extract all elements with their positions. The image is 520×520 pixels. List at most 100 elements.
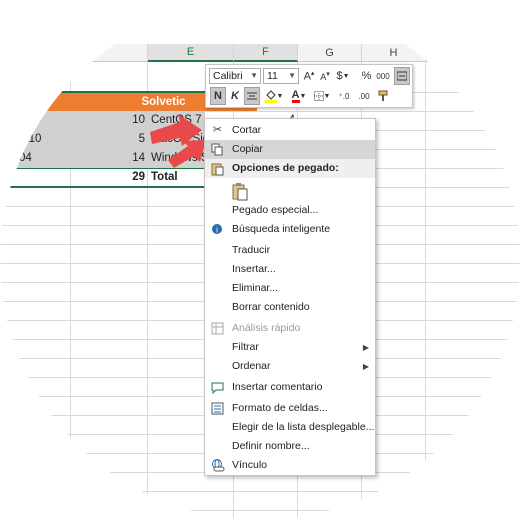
menu-item-insert-comment[interactable]: Insertar comentario <box>205 378 375 397</box>
menu-section-paste-options: Opciones de pegado: <box>205 159 375 178</box>
decrease-decimal-icon: .00 <box>358 91 370 101</box>
column-header-h[interactable]: H <box>362 44 426 62</box>
column-header-i[interactable] <box>426 44 520 62</box>
format-cells-icon <box>210 401 225 416</box>
column-header-d[interactable] <box>70 44 148 62</box>
context-menu: ✂ Cortar Copiar Opciones de pegado: Pega… <box>204 118 376 476</box>
font-size-select[interactable]: 11 ▼ <box>263 68 299 84</box>
format-lines-icon <box>397 71 407 81</box>
menu-item-label: Filtrar <box>232 341 259 353</box>
format-painter-button[interactable] <box>376 87 392 105</box>
percent-format-button[interactable]: % <box>360 67 373 85</box>
menu-item-label: Insertar comentario <box>232 381 323 393</box>
menu-item-label: Eliminar... <box>232 282 279 294</box>
decrease-decimal-button[interactable]: .00 <box>355 87 373 105</box>
wrap-format-button[interactable] <box>394 67 410 85</box>
menu-item-label: Borrar contenido <box>232 301 310 313</box>
table-cell[interactable]: 10 <box>70 111 148 130</box>
table-cell[interactable]: 14 <box>70 149 148 168</box>
column-header-c[interactable] <box>0 44 70 62</box>
table-cell[interactable]: 10 <box>0 130 70 149</box>
align-center-icon <box>247 92 257 100</box>
font-name-select[interactable]: Calibri ▼ <box>209 68 261 84</box>
thousands-label: 000 <box>376 71 390 81</box>
menu-item-copy[interactable]: Copiar <box>205 140 375 159</box>
total-value-cell[interactable]: 29 <box>70 168 148 187</box>
menu-item-clear-contents[interactable]: Borrar contenido <box>205 298 375 317</box>
column-header-label: H <box>389 46 398 59</box>
menu-item-translate[interactable]: Traducir <box>205 241 375 260</box>
column-header-f[interactable]: F <box>234 44 298 62</box>
menu-item-insert[interactable]: Insertar... <box>205 260 375 279</box>
bold-button[interactable]: N <box>210 87 226 105</box>
chevron-down-icon: ▼ <box>250 71 258 80</box>
column-header-label: E <box>186 46 195 58</box>
zoom-lens: E F G H Solvetic ave 10 CentOS 7 4 10 5 … <box>0 0 520 520</box>
format-painter-icon <box>378 90 388 101</box>
smart-lookup-icon: i <box>210 222 225 237</box>
menu-item-delete[interactable]: Eliminar... <box>205 279 375 298</box>
font-name-value: Calibri <box>213 70 243 82</box>
thousands-separator-button[interactable]: 000 <box>374 67 392 85</box>
svg-text:i: i <box>216 226 218 235</box>
menu-item-format-cells[interactable]: Formato de celdas... <box>205 399 375 418</box>
percent-label: % <box>361 70 372 82</box>
increase-font-icon: A▴ <box>303 70 315 83</box>
menu-item-label: Traducir <box>232 244 271 256</box>
chevron-down-icon: ▼ <box>299 92 307 100</box>
menu-item-label: Cortar <box>232 124 262 136</box>
increase-decimal-button[interactable]: ⁺.0 <box>335 87 353 105</box>
menu-item-quick-analysis[interactable]: Análisis rápido <box>205 319 375 338</box>
increase-decimal-icon: ⁺.0 <box>338 91 350 101</box>
paint-bucket-icon <box>264 90 277 103</box>
quick-analysis-icon <box>210 321 225 336</box>
menu-item-filter[interactable]: Filtrar ▶ <box>205 338 375 357</box>
increase-font-size-button[interactable]: A▴ <box>302 67 316 85</box>
borders-icon <box>313 91 324 101</box>
currency-format-button[interactable]: $ ▼ <box>335 67 351 85</box>
table-cell[interactable]: 18.04 <box>0 149 70 168</box>
menu-item-label: Ordenar <box>232 360 271 372</box>
align-center-button[interactable] <box>244 87 260 105</box>
menu-item-label: Pegado especial... <box>232 204 319 216</box>
decrease-font-size-button[interactable]: A▾ <box>318 67 332 85</box>
scissors-icon: ✂ <box>212 124 223 136</box>
column-header-label: G <box>325 46 334 59</box>
submenu-arrow-icon: ▶ <box>362 362 369 371</box>
menu-item-define-name[interactable]: Definir nombre... <box>205 437 375 456</box>
submenu-arrow-icon: ▶ <box>362 343 369 352</box>
menu-item-label: Insertar... <box>232 263 276 275</box>
italic-button[interactable]: K <box>228 87 242 105</box>
table-cell[interactable]: ave <box>0 111 70 130</box>
chevron-down-icon: ▼ <box>323 92 331 100</box>
menu-item-sort[interactable]: Ordenar ▶ <box>205 357 375 376</box>
column-header-g[interactable]: G <box>298 44 362 62</box>
font-color-button[interactable]: A ▼ <box>288 87 310 105</box>
decrease-font-icon: A▾ <box>320 71 330 82</box>
menu-item-label: Copiar <box>232 143 263 155</box>
fill-color-button[interactable]: ▼ <box>263 87 285 105</box>
menu-item-label: Opciones de pegado: <box>232 162 339 174</box>
paste-icon <box>210 161 225 176</box>
menu-item-cut[interactable]: ✂ Cortar <box>205 121 375 140</box>
table-cell[interactable]: 5 <box>70 130 148 149</box>
menu-item-smart-lookup[interactable]: i Búsqueda inteligente <box>205 220 375 239</box>
menu-item-link[interactable]: Vínculo <box>205 456 375 475</box>
chevron-down-icon: ▼ <box>276 92 284 100</box>
menu-item-label: Elegir de la lista desplegable... <box>232 421 375 433</box>
font-color-icon: A <box>291 88 300 103</box>
borders-button[interactable]: ▼ <box>312 87 332 105</box>
menu-item-label: Búsqueda inteligente <box>232 223 331 235</box>
chevron-down-icon: ▼ <box>288 71 296 80</box>
clipboard-icon <box>231 183 249 201</box>
menu-item-paste-special[interactable]: Pegado especial... <box>205 201 375 220</box>
menu-item-label: Análisis rápido <box>232 322 301 334</box>
menu-item-pick-from-list[interactable]: Elegir de la lista desplegable... <box>205 418 375 437</box>
copy-icon <box>210 142 225 157</box>
column-header-e[interactable]: E <box>148 44 234 62</box>
italic-label: K <box>231 90 239 102</box>
menu-item-label: Definir nombre... <box>232 440 310 452</box>
bold-label: N <box>214 90 222 102</box>
menu-item-label: Vínculo <box>232 459 268 471</box>
menu-item-label: Formato de celdas... <box>232 402 328 414</box>
